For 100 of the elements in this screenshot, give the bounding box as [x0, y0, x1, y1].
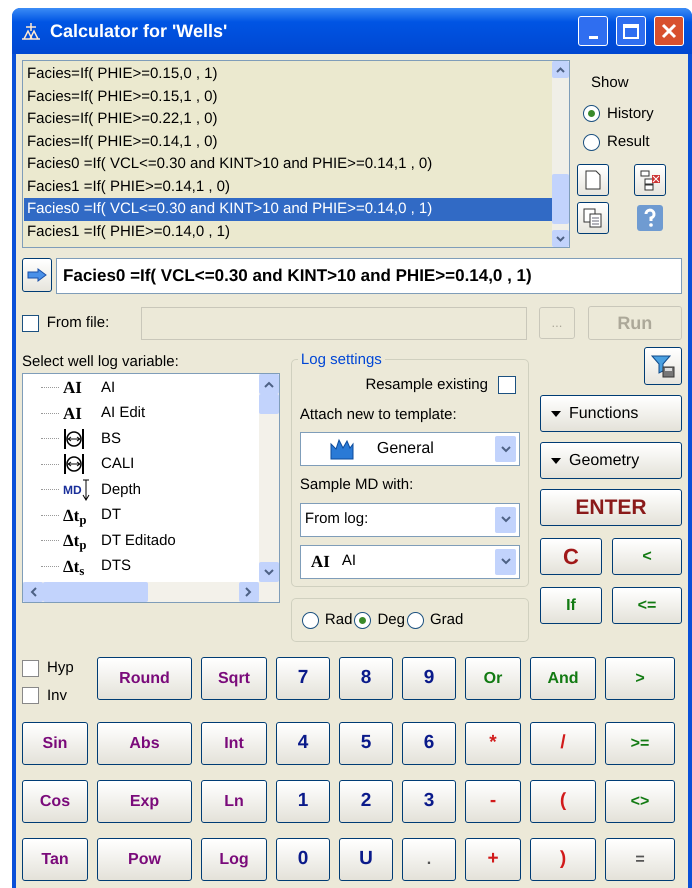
key-button[interactable]: Exp [97, 780, 192, 823]
log-type-symbol: AI [63, 402, 82, 424]
variable-item[interactable]: CALI [101, 453, 134, 476]
down-chevron-icon [500, 446, 510, 452]
scroll-thumb[interactable] [258, 394, 279, 414]
template-value: General [376, 439, 435, 459]
key-button[interactable]: / [530, 722, 596, 765]
key-button[interactable]: 5 [339, 722, 393, 765]
key-button[interactable]: 3 [402, 780, 456, 823]
history-item[interactable]: Facies=If( PHIE>=0.22,1 , 0) [24, 108, 552, 130]
minimize-button[interactable] [578, 16, 608, 46]
down-chevron-icon [500, 558, 510, 565]
key-button[interactable]: > [605, 657, 675, 700]
key-button[interactable]: ) [530, 838, 596, 881]
key-button[interactable]: Int [201, 722, 267, 765]
history-item[interactable]: Facies0 =If( VCL<=0.30 and KINT>10 and PHIE>=0.14,1 , 0) [24, 153, 552, 176]
history-item[interactable]: Facies0 =If( VCL<=0.30 and KINT>10 and PHIE>=0.14,0 , 1) [24, 198, 552, 220]
key-button[interactable]: . [402, 838, 456, 881]
key-button[interactable]: Tan [22, 838, 88, 881]
enter-button[interactable]: ENTER [540, 489, 682, 526]
key-button[interactable]: + [465, 838, 521, 881]
scroll-up-button[interactable] [258, 374, 279, 394]
menu-button[interactable]: Functions [540, 395, 682, 432]
variable-item[interactable]: AI [101, 376, 116, 399]
template-dropdown[interactable]: General [300, 432, 520, 466]
scrollbar[interactable] [552, 61, 569, 247]
radio-button[interactable] [583, 105, 600, 122]
file-path-field[interactable] [141, 306, 528, 340]
maximize-button[interactable] [616, 16, 646, 46]
tree-delete-button[interactable] [634, 164, 666, 196]
filter-save-button[interactable] [644, 347, 682, 385]
variable-item[interactable]: DT Editado [101, 530, 176, 552]
key-button[interactable]: 0 [276, 838, 330, 881]
formula-field[interactable]: Facies0 =If( VCL<=0.30 and KINT>10 and PHIE>=0.14,0 , 1) [56, 258, 682, 294]
dropdown-button[interactable] [495, 506, 516, 532]
key-button[interactable]: = [605, 838, 675, 881]
from-file-checkbox[interactable] [22, 314, 39, 332]
scroll-left-button[interactable] [23, 582, 43, 602]
scroll-down-button[interactable] [258, 562, 279, 582]
log-dropdown[interactable]: AI AI [300, 544, 520, 578]
key-button[interactable]: 6 [402, 722, 456, 765]
radio-button[interactable] [406, 612, 424, 628]
key-button[interactable]: Sqrt [201, 657, 267, 700]
scroll-thumb[interactable] [43, 582, 148, 602]
key-button[interactable]: 4 [276, 722, 330, 765]
variable-item[interactable]: Depth [101, 478, 142, 501]
key-button[interactable]: 7 [276, 657, 330, 700]
key-button[interactable]: - [465, 780, 521, 823]
key-button[interactable]: Log [201, 838, 267, 881]
history-item[interactable]: Facies=If( PHIE>=0.15,1 , 0) [24, 86, 552, 108]
radio-button[interactable] [354, 612, 372, 628]
key-button[interactable]: Ln [201, 780, 267, 823]
resample-checkbox[interactable] [498, 376, 516, 394]
variable-item[interactable]: AI Edit [101, 402, 146, 424]
key-button[interactable]: Round [97, 657, 192, 700]
key-button[interactable]: C [540, 538, 602, 575]
scroll-right-button[interactable] [238, 582, 259, 602]
key-button[interactable]: U [339, 838, 393, 881]
key-button[interactable]: Pow [97, 838, 192, 881]
history-item[interactable]: Facies1 =If( PHIE>=0.14,0 , 1) [24, 220, 552, 243]
history-item[interactable]: Facies1 =If( PHIE>=0.14,1 , 0) [24, 176, 552, 198]
key-button[interactable]: Cos [22, 780, 88, 823]
scroll-up-button[interactable] [552, 61, 569, 78]
key-button[interactable]: Sin [22, 722, 88, 765]
variable-item[interactable]: DTS [101, 555, 131, 578]
key-button[interactable]: <= [612, 587, 682, 624]
key-button[interactable]: <> [605, 780, 675, 823]
key-button[interactable]: < [612, 538, 682, 575]
key-button[interactable]: 9 [402, 657, 456, 700]
key-button[interactable]: >= [605, 722, 675, 765]
modifier-checkbox[interactable] [22, 660, 39, 677]
apply-arrow-button[interactable] [22, 258, 52, 292]
key-button[interactable]: Abs [97, 722, 192, 765]
scroll-thumb[interactable] [552, 174, 569, 224]
dropdown-button[interactable] [495, 548, 516, 574]
menu-button[interactable]: Geometry [540, 442, 682, 479]
history-item[interactable]: Facies=If( PHIE>=0.14,1 , 0) [24, 130, 552, 153]
radio-button[interactable] [583, 134, 600, 151]
scrollbar[interactable] [258, 374, 279, 582]
variable-item[interactable]: DT [101, 504, 121, 526]
history-item[interactable]: Facies=If( PHIE>=0.15,0 , 1) [24, 63, 552, 86]
key-button[interactable]: 2 [339, 780, 393, 823]
scroll-down-button[interactable] [552, 230, 569, 247]
dropdown-button[interactable] [495, 436, 516, 462]
key-button[interactable]: 8 [339, 657, 393, 700]
variable-item[interactable]: BS [101, 428, 122, 450]
key-button[interactable]: ( [530, 780, 596, 823]
new-document-button[interactable] [577, 164, 609, 196]
copy-button[interactable] [577, 202, 609, 234]
variable-list-label: Select well log variable: [22, 352, 180, 372]
key-button[interactable]: And [530, 657, 596, 700]
key-button[interactable]: 1 [276, 780, 330, 823]
close-button[interactable] [654, 16, 684, 46]
modifier-checkbox[interactable] [22, 687, 39, 704]
key-button[interactable]: * [465, 722, 521, 765]
key-button[interactable]: Or [465, 657, 521, 700]
key-button[interactable]: If [540, 587, 602, 624]
sample-source-dropdown[interactable]: From log: [300, 502, 520, 536]
radio-button[interactable] [302, 612, 319, 628]
horizontal-scrollbar[interactable] [23, 582, 279, 602]
